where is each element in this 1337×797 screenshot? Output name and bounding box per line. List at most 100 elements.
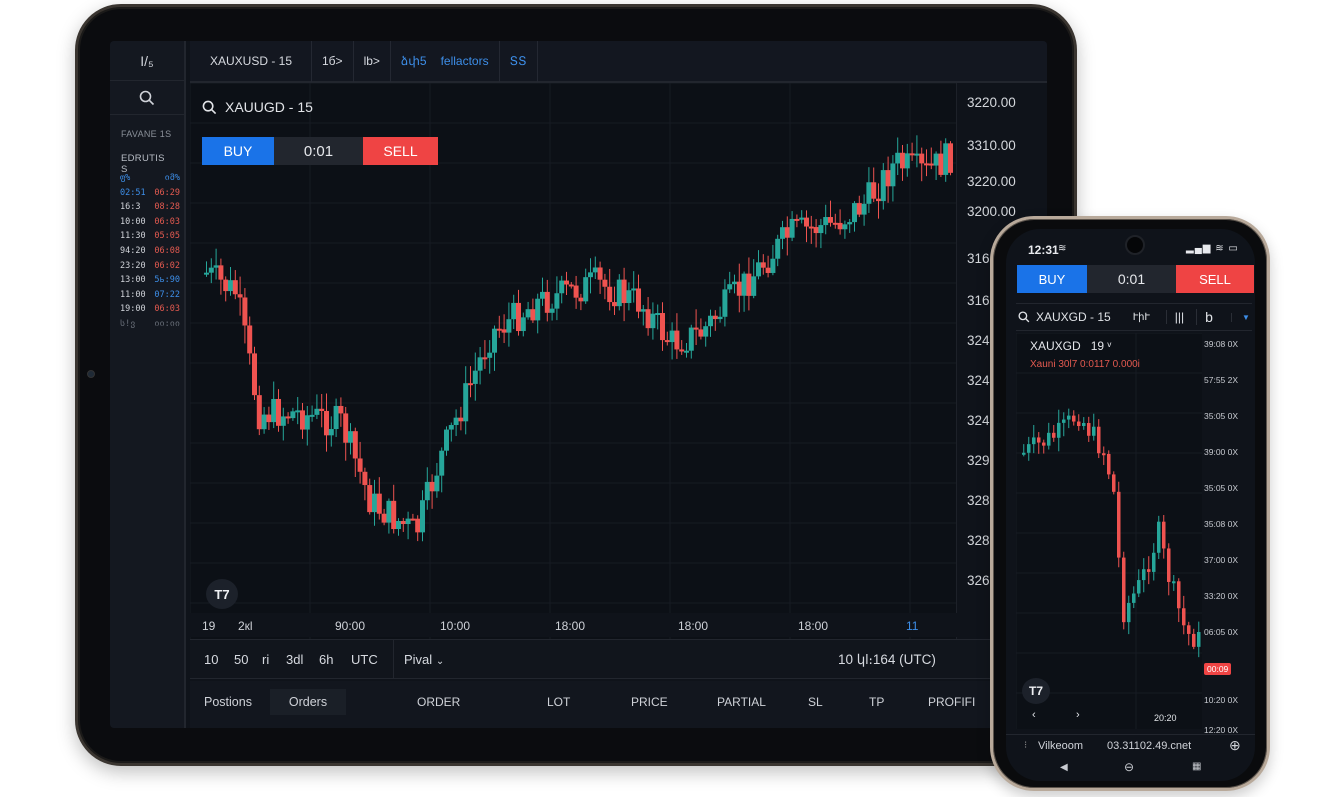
timeframe-ri[interactable]: ri [262,652,269,667]
indicator-dropdown[interactable]: Pival ⌄ [404,652,444,667]
candle [1127,595,1131,635]
rail-search-button[interactable] [110,81,184,115]
phone-candlestick-chart[interactable] [1016,333,1202,729]
watchlist-row[interactable]: 13:00 5ь:90 [120,273,180,288]
candle [1077,414,1081,431]
candle [847,218,853,233]
candle [1067,408,1071,429]
symbol-title: XAUUGD - 15 [225,99,313,115]
candle [698,318,704,340]
watchlist-value: 06:29 [154,187,180,198]
candle [434,462,440,498]
candle [1022,444,1026,457]
watchlist-row[interactable]: 94:20 06:08 [120,244,180,259]
chevron-down-icon[interactable]: ▼ [1230,312,1250,322]
add-icon[interactable]: ⊕ [1229,737,1241,754]
phone-price-label: 10:20 0X [1204,695,1239,705]
tab-indicators[interactable]: fellactors [431,41,500,82]
watchlist-row[interactable]: ფ% იმ% [120,171,180,186]
col-tp: TP [869,695,885,709]
timeframe-6h[interactable]: 6h [319,652,333,667]
tab-6[interactable]: ՏՏ [500,41,538,82]
phone-chart-area[interactable]: XAUXGD 19 ᵛ Xauni 30l7 0:0117 0.000i T7 … [1016,333,1202,729]
price-axis-label: 316 [967,251,990,266]
home-icon[interactable]: ⊖ [1124,760,1134,774]
candle [338,397,344,427]
phone-sell-button[interactable]: SELL [1176,265,1254,293]
candlestick-chart[interactable] [190,83,956,639]
watchlist-time: 11:30 [120,231,146,242]
candle [804,210,809,243]
watchlist-row[interactable]: 10:00 06:03 [120,215,180,230]
recents-icon[interactable]: ▦ [1192,761,1201,772]
candle [376,477,382,520]
timezone-utc[interactable]: UTC [351,652,378,667]
phone-buy-label: BUY [1038,271,1066,287]
candle [453,409,459,437]
search-icon[interactable] [202,100,217,115]
tab-symbol[interactable]: XAUXUSD - 15 [190,41,312,82]
phone-buy-button[interactable]: BUY [1017,265,1087,293]
candle [938,140,944,178]
buy-label: BUY [223,143,253,159]
chart-area[interactable] [190,83,956,639]
buy-button[interactable]: BUY [202,137,274,165]
watchlist-row[interactable]: 11:00 07:22 [120,288,180,303]
watchlist-row[interactable]: 23:20 06:02 [120,259,180,274]
candle [357,441,363,484]
candle [1087,416,1091,442]
candle [741,271,747,312]
phone-trade-panel: BUY 0:01 SELL [1017,265,1254,293]
candle [439,447,445,493]
watchlist-row[interactable]: 02:51 06:29 [120,186,180,201]
candle [828,200,833,227]
watchlist-value: 5ь:90 [154,275,180,286]
phone-account-label[interactable]: Vilkeoom [1038,740,1083,752]
candle [573,275,579,309]
chevron-left-icon[interactable]: ‹ [1032,709,1036,721]
candle [372,479,377,526]
symbol-bar: XAUUGD - 15 [202,99,313,115]
tab-2[interactable]: 1б> [312,41,354,82]
timeframe-10[interactable]: 10 [204,652,218,667]
back-icon[interactable]: ◀ [1060,762,1068,773]
candle [1152,543,1156,581]
watchlist-row[interactable]: ს!ვ იი:იი [120,317,180,332]
candle [1097,419,1101,459]
candle [261,407,267,434]
timeframe-3d[interactable]: 3dl [286,652,303,667]
sell-button[interactable]: SELL [363,137,438,165]
tab-4-label: ձփ5 [400,54,427,68]
candle [386,498,392,534]
spread-display: 0:01 [274,137,363,165]
tab-orders[interactable]: Orders [270,689,346,715]
timeframe-50[interactable]: 50 [234,652,248,667]
candle [232,270,238,300]
search-icon[interactable] [1018,311,1030,323]
price-axis-label: 326 [967,573,990,588]
watchlist-row[interactable]: 19:00 06:03 [120,302,180,317]
phone-tool-3[interactable]: b [1196,309,1213,325]
candle [530,298,536,323]
watchlist-row[interactable]: 11:30 05:05 [120,229,180,244]
candle [256,385,262,436]
phone-symbol[interactable]: XAUXGD - 15 [1036,310,1111,324]
candle [1162,515,1166,559]
tab-4[interactable]: ձփ5 [391,41,431,82]
watchlist-row[interactable]: 16:3 08:28 [120,200,180,215]
tradingview-badge[interactable]: T7 [206,579,238,609]
phone-tool-2[interactable]: ||| [1165,310,1184,324]
time-axis-label: 11 [906,619,919,633]
candle [487,340,493,374]
candle [693,309,699,346]
chevron-right-icon[interactable]: › [1076,709,1080,721]
candle [1042,439,1046,454]
phone-tradingview-badge[interactable]: T7 [1022,678,1050,704]
candle [1032,424,1036,454]
tab-3[interactable]: lb> [354,41,391,82]
phone-price-label: 35:05 0X [1204,411,1239,421]
tab-positions[interactable]: Postions [204,695,252,709]
rail-menu-button[interactable]: I/₅ [110,41,184,81]
candle [664,331,670,346]
phone-tool-1[interactable]: ՒիՒ [1133,312,1150,323]
